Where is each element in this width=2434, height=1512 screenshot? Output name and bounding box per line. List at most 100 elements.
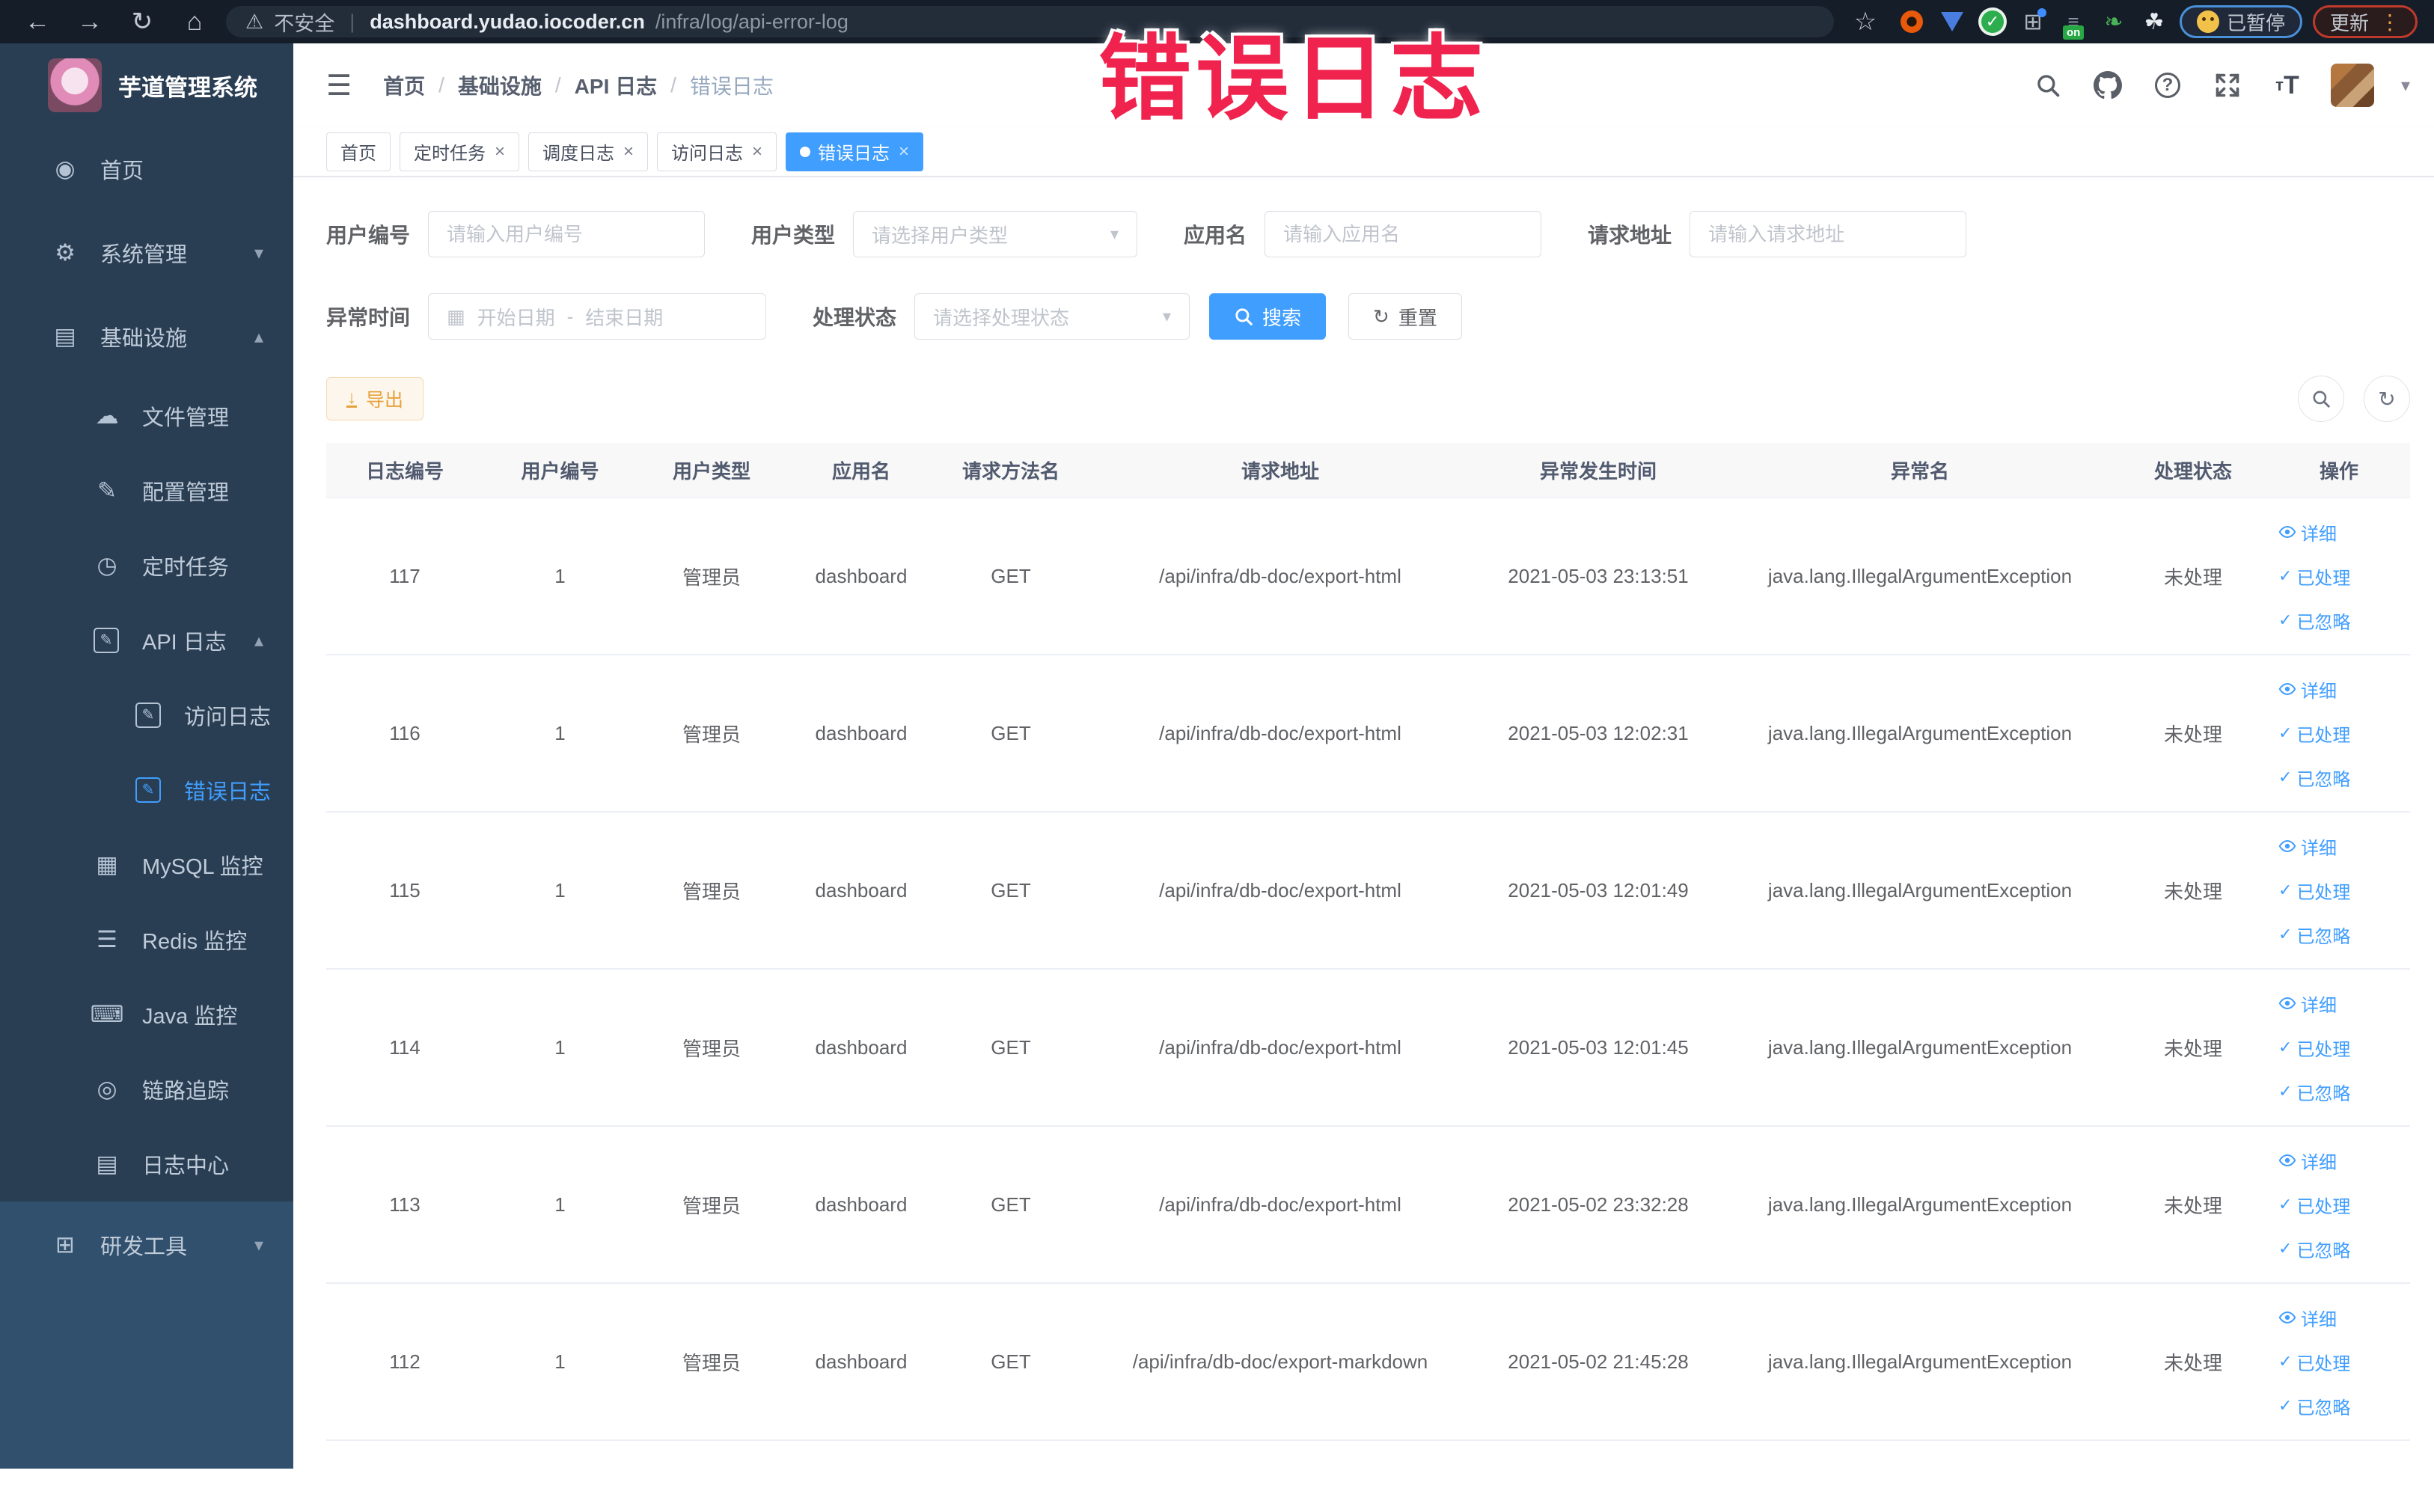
detail-link[interactable]: 详细 xyxy=(2278,1305,2337,1331)
ignored-link[interactable]: ✓ 已忽略 xyxy=(2278,607,2350,634)
back-icon[interactable]: ← xyxy=(16,5,58,38)
extension-blue-icon[interactable] xyxy=(1937,7,1967,37)
processed-link[interactable]: ✓ 已处理 xyxy=(2278,1349,2350,1375)
reload-icon[interactable]: ↻ xyxy=(121,5,163,38)
sidebar: 芋道管理系统 ◉ 首页 ⚙ 系统管理 ▾ ▤ 基础设施 ▴ ☁ 文件管理 ✎ 配置管理 ◷ 定时任务 ✎ AP… xyxy=(0,43,293,1469)
detail-link[interactable]: 详细 xyxy=(2278,833,2337,860)
sidebar-item-config-management[interactable]: ✎ 配置管理 xyxy=(0,453,293,528)
ignored-link[interactable]: ✓ 已忽略 xyxy=(2278,1236,2350,1262)
app-name-label: 应用名 xyxy=(1184,224,1247,247)
sidebar-item-mysql-monitor[interactable]: ▦ MySQL 监控 xyxy=(0,827,293,902)
table-cell: dashboard xyxy=(815,564,908,587)
detail-link[interactable]: 详细 xyxy=(2278,519,2337,545)
breadcrumb-item[interactable]: 首页 xyxy=(383,70,425,100)
address-bar[interactable]: ⚠ 不安全 | dashboard.yudao.iocoder.cn/infra… xyxy=(226,6,1834,37)
ignored-link[interactable]: ✓ 已忽略 xyxy=(2278,1393,2350,1419)
tab-error-log[interactable]: 错误日志 × xyxy=(786,132,924,171)
processed-link[interactable]: ✓ 已处理 xyxy=(2278,720,2350,747)
breadcrumb-item[interactable]: 基础设施 xyxy=(458,70,542,100)
processed-link[interactable]: ✓ 已处理 xyxy=(2278,1192,2350,1218)
sidebar-item-trace[interactable]: ◎ 链路追踪 xyxy=(0,1052,293,1127)
sidebar-item-system-management[interactable]: ⚙ 系统管理 ▾ xyxy=(0,211,293,295)
processed-link[interactable]: ✓ 已处理 xyxy=(2278,1035,2350,1061)
request-url-input[interactable] xyxy=(1690,211,1967,257)
close-icon[interactable]: × xyxy=(495,141,505,162)
sidebar-item-java-monitor[interactable]: ⌨ Java 监控 xyxy=(0,977,293,1052)
java-icon: ⌨ xyxy=(90,1001,124,1027)
ignored-link[interactable]: ✓ 已忽略 xyxy=(2278,922,2350,948)
update-browser-button[interactable]: 更新 ⋮ xyxy=(2312,5,2418,38)
extension-orange-icon[interactable] xyxy=(1897,7,1927,37)
toggle-search-button[interactable] xyxy=(2298,376,2344,422)
processed-link[interactable]: ✓ 已处理 xyxy=(2278,878,2350,904)
chevron-down-icon[interactable]: ▾ xyxy=(2401,75,2410,97)
table-body: 117 1 管理员 dashboard GET/api/infra/db-doc/exp… xyxy=(326,498,2410,1441)
sidebar-item-home[interactable]: ◉ 首页 xyxy=(0,127,293,211)
sidebar-item-cron-job[interactable]: ◷ 定时任务 xyxy=(0,528,293,603)
sidebar-item-infrastructure[interactable]: ▤ 基础设施 ▴ xyxy=(0,295,293,379)
eye-icon xyxy=(2278,837,2296,855)
column-header: 应用名 xyxy=(831,460,890,483)
github-icon[interactable] xyxy=(2091,69,2124,102)
process-status-select[interactable]: 请选择处理状态 ▾ xyxy=(914,293,1190,340)
refresh-table-button[interactable]: ↻ xyxy=(2364,376,2410,422)
home-icon[interactable]: ⌂ xyxy=(174,5,215,38)
fullscreen-icon[interactable] xyxy=(2211,69,2244,102)
active-tab-dot xyxy=(800,146,811,157)
ignored-link[interactable]: ✓ 已忽略 xyxy=(2278,1079,2350,1105)
table-cell: /api/infra/db-doc/export-html xyxy=(1159,564,1401,587)
cloud-upload-icon: ☁ xyxy=(95,403,119,429)
app-logo-row[interactable]: 芋道管理系统 xyxy=(0,43,293,127)
detail-link[interactable]: 详细 xyxy=(2278,991,2337,1017)
sidebar-menu: ◉ 首页 ⚙ 系统管理 ▾ ▤ 基础设施 ▴ ☁ 文件管理 ✎ 配置管理 ◷ 定时任务 ✎ API 日志 ▴ ✎ 访… xyxy=(0,127,293,1202)
sidebar-item-file-management[interactable]: ☁ 文件管理 xyxy=(0,379,293,453)
refresh-icon: ↻ xyxy=(1373,304,1389,328)
content: 用户编号 用户类型 请选择用户类型 ▾ 应用名 请求地址 异常时间 ▦ xyxy=(293,177,2434,1441)
user-id-input[interactable] xyxy=(428,211,706,257)
security-label[interactable]: 不安全 xyxy=(274,7,334,37)
sidebar-item-access-log[interactable]: ✎ 访问日志 xyxy=(0,678,293,753)
search-icon[interactable] xyxy=(2031,69,2064,102)
export-button[interactable]: ↓ 导出 xyxy=(326,377,424,420)
forward-icon[interactable]: → xyxy=(69,5,111,38)
ignored-link[interactable]: ✓ 已忽略 xyxy=(2278,765,2350,791)
browser-menu-icon[interactable]: ⋮ xyxy=(2379,10,2400,34)
tab-schedule-log[interactable]: 调度日志 × xyxy=(528,132,649,171)
extension-puzzle-icon[interactable]: ☘ xyxy=(2139,7,2169,37)
extensions-grid-icon[interactable]: ⊞ xyxy=(2018,7,2048,37)
search-button[interactable]: 搜索 xyxy=(1209,293,1327,340)
user-type-placeholder: 请选择用户类型 xyxy=(872,224,1009,247)
tab-cron-job[interactable]: 定时任务 × xyxy=(400,132,520,171)
close-icon[interactable]: × xyxy=(752,141,762,162)
close-icon[interactable]: × xyxy=(899,141,909,162)
tab-home[interactable]: 首页 xyxy=(326,132,391,171)
close-icon[interactable]: × xyxy=(623,141,634,162)
detail-link[interactable]: 详细 xyxy=(2278,676,2337,703)
emoji-face-icon xyxy=(2196,10,2219,33)
app-name-input[interactable] xyxy=(1265,211,1542,257)
sidebar-item-redis-monitor[interactable]: ☰ Redis 监控 xyxy=(0,902,293,977)
detail-link[interactable]: 详细 xyxy=(2278,1148,2337,1174)
sidebar-item-log-center[interactable]: ▤ 日志中心 xyxy=(0,1127,293,1202)
extension-green-check-icon[interactable]: ✓ xyxy=(1978,7,2008,37)
avatar[interactable] xyxy=(2330,64,2374,107)
sidebar-item-dev-tools[interactable]: ⊞ 研发工具 ▾ xyxy=(0,1202,293,1288)
breadcrumb-item[interactable]: API 日志 xyxy=(575,70,657,100)
table-cell: /api/infra/db-doc/export-html xyxy=(1159,1035,1401,1059)
exception-time-range-picker[interactable]: ▦ 开始日期 - 结束日期 xyxy=(428,293,767,340)
sidebar-item-error-log[interactable]: ✎ 错误日志 xyxy=(0,753,293,827)
sidebar-item-api-log[interactable]: ✎ API 日志 ▴ xyxy=(0,603,293,678)
bookmark-star-icon[interactable]: ☆ xyxy=(1844,5,1886,38)
processed-link[interactable]: ✓ 已处理 xyxy=(2278,563,2350,590)
collapse-sidebar-icon[interactable]: ☰ xyxy=(326,69,352,102)
extension-leaf-icon[interactable]: ❧ xyxy=(2099,7,2129,37)
reset-button[interactable]: ↻ 重置 xyxy=(1348,293,1462,340)
help-icon[interactable]: ? xyxy=(2151,69,2184,102)
tab-access-log[interactable]: 访问日志 × xyxy=(657,132,777,171)
extension-switch-icon[interactable]: ≡ xyxy=(2058,7,2088,40)
action-label: 已处理 xyxy=(2296,1353,2351,1374)
paused-extension-pill[interactable]: 已暂停 xyxy=(2179,5,2302,38)
timer-icon: ◷ xyxy=(97,552,117,578)
font-size-icon[interactable]: ᴛT xyxy=(2271,69,2304,102)
user-type-select[interactable]: 请选择用户类型 ▾ xyxy=(853,211,1138,257)
